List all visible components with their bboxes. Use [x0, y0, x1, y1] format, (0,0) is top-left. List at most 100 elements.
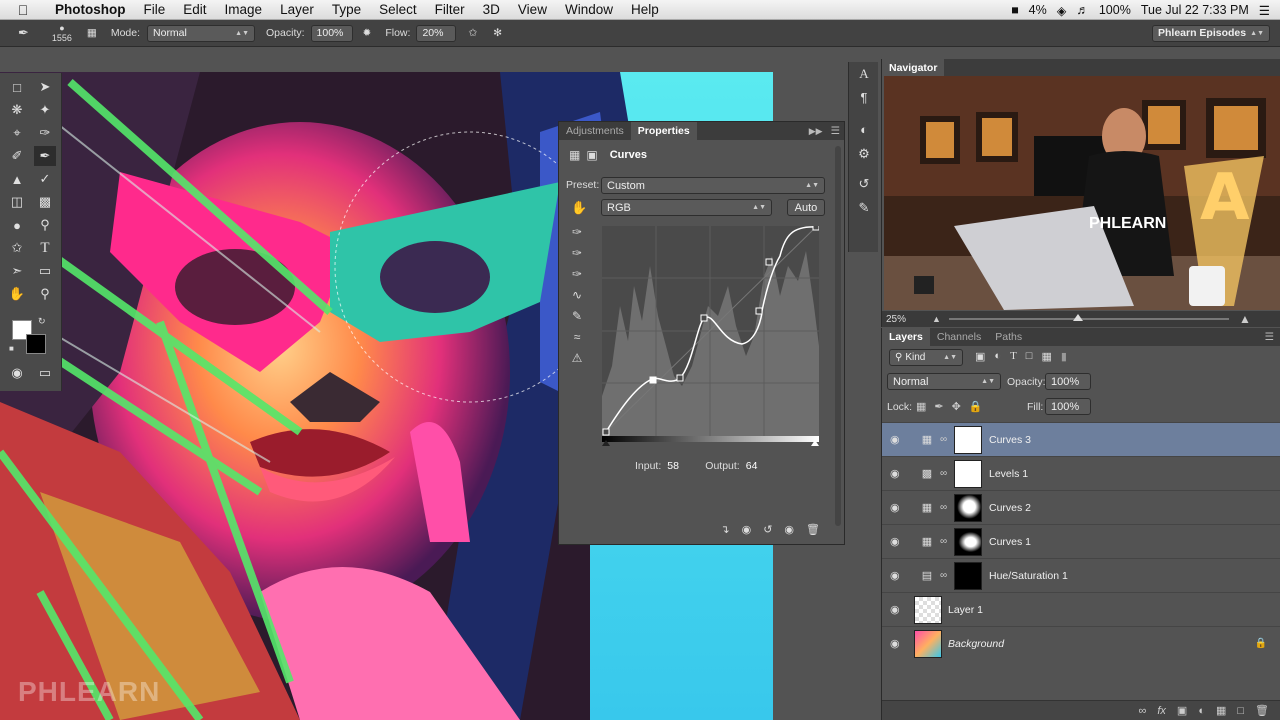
zoom-slider-thumb[interactable] [1072, 314, 1083, 321]
layer-row[interactable]: ◉ ▤ ∞ Hue/Saturation 1 [882, 558, 1280, 592]
menu-3d[interactable]: 3D [474, 2, 509, 17]
layer-name[interactable]: Curves 2 [989, 502, 1031, 514]
reset-adjustment-icon[interactable]: ↺ [763, 523, 772, 536]
collapse-panel-icon[interactable]: ▶▶ [809, 126, 823, 137]
visibility-eye-icon[interactable]: ◉ [890, 467, 900, 480]
layer-mask-thumbnail[interactable] [954, 425, 982, 454]
visibility-eye-icon[interactable]: ◉ [890, 637, 900, 650]
quick-mask-icon[interactable]: ◉ [6, 363, 28, 383]
tool-presets-icon[interactable]: ✎ [849, 196, 879, 220]
default-colors-icon[interactable]: ■ [9, 344, 14, 353]
draw-curve-pencil-icon[interactable]: ✎ [567, 306, 587, 327]
sample-black-point-icon[interactable]: ✑ [567, 222, 587, 243]
character-panel-icon[interactable]: A [849, 62, 879, 86]
type-tool-icon[interactable]: T [34, 238, 56, 258]
healing-brush-tool-icon[interactable]: ✐ [6, 146, 28, 166]
gradient-tool-icon[interactable]: ▩ [34, 192, 56, 212]
mask-link-icon[interactable]: ∞ [940, 536, 947, 547]
layer-row[interactable]: ◉ ▩ ∞ Levels 1 [882, 456, 1280, 490]
tab-navigator[interactable]: Navigator [882, 59, 945, 77]
screen-mode-icon[interactable]: ▭ [34, 363, 56, 383]
visibility-eye-icon[interactable]: ◉ [890, 433, 900, 446]
tab-paths[interactable]: Paths [988, 328, 1029, 346]
input-field[interactable]: 58 [667, 460, 693, 472]
layer-row[interactable]: ◉ ▦ ∞ Curves 3 [882, 422, 1280, 456]
blur-tool-icon[interactable]: ● [6, 215, 28, 235]
color-panel-icon[interactable]: ◐ [849, 118, 879, 142]
layer-row[interactable]: ◉ ▦ ∞ Curves 2 [882, 490, 1280, 524]
visibility-eye-icon[interactable]: ◉ [890, 535, 900, 548]
on-image-adjust-icon[interactable]: ✋ [571, 200, 587, 216]
marquee-tool-icon[interactable]: □ [6, 77, 28, 97]
layer-name[interactable]: Hue/Saturation 1 [989, 570, 1068, 582]
volume-icon[interactable]: ♬ [1076, 3, 1089, 17]
adjustments-panel-icon[interactable]: ⚙ [849, 142, 879, 166]
filter-pixel-icon[interactable]: ▣ [975, 350, 985, 363]
zoom-slider[interactable] [948, 314, 1229, 321]
mode-select[interactable]: Normal ▲▼ [147, 24, 256, 42]
lock-all-icon[interactable]: 🔒 [969, 400, 983, 413]
opacity-field[interactable]: 100% [310, 24, 353, 42]
crop-tool-icon[interactable]: ⌖ [6, 123, 28, 143]
brush-panel-icon[interactable]: ▦ [87, 27, 97, 39]
layer-mask-thumbnail[interactable] [954, 459, 982, 488]
swap-colors-icon[interactable]: ↻ [38, 316, 46, 327]
tab-channels[interactable]: Channels [930, 328, 988, 346]
workspace-select[interactable]: Phlearn Episodes ▲▼ [1152, 24, 1270, 42]
layers-panel-menu-icon[interactable]: ☰ [1265, 331, 1274, 343]
layer-mask-thumbnail[interactable] [954, 493, 982, 522]
move-tool-icon[interactable]: ➤ [34, 77, 56, 97]
pressure-size-icon[interactable]: ✻ [493, 27, 502, 39]
menu-file[interactable]: File [135, 2, 175, 17]
brush-preset-picker[interactable]: ● 1556 [47, 23, 77, 43]
hand-tool-icon[interactable]: ✋ [6, 284, 28, 304]
auto-button[interactable]: Auto [787, 199, 825, 216]
history-brush-tool-icon[interactable]: ✓ [34, 169, 56, 189]
add-mask-icon[interactable]: ▣ [1177, 704, 1187, 717]
layer-row[interactable]: ◉ Layer 1 [882, 592, 1280, 626]
rectangle-tool-icon[interactable]: ▭ [34, 261, 56, 281]
brush-tool-icon[interactable]: ✒ [34, 146, 56, 166]
lock-position-icon[interactable]: ✥ [952, 400, 961, 413]
menu-select[interactable]: Select [370, 2, 426, 17]
filter-shape-icon[interactable]: □ [1026, 350, 1033, 363]
zoom-tool-icon[interactable]: ⚲ [34, 284, 56, 304]
delete-layer-icon[interactable]: 🗑 [1255, 704, 1269, 717]
visibility-eye-icon[interactable]: ◉ [890, 569, 900, 582]
filter-toggle-icon[interactable]: ▮ [1061, 350, 1067, 363]
delete-adjustment-icon[interactable]: 🗑 [806, 523, 820, 536]
magic-wand-tool-icon[interactable]: ✦ [34, 100, 56, 120]
menu-layer[interactable]: Layer [271, 2, 323, 17]
curves-graph[interactable] [602, 226, 819, 446]
layer-mask-thumbnail[interactable] [954, 561, 982, 590]
layer-mask-icon[interactable]: ▣ [586, 148, 597, 162]
eraser-tool-icon[interactable]: ◫ [6, 192, 28, 212]
clipping-warning-icon[interactable]: ⚠ [567, 348, 587, 369]
layer-style-icon[interactable]: fx [1157, 705, 1166, 717]
airbrush-icon[interactable]: ✩ [468, 27, 477, 39]
new-layer-icon[interactable]: □ [1237, 705, 1244, 717]
background-color-swatch[interactable] [26, 334, 46, 354]
properties-scrollbar[interactable] [835, 146, 841, 526]
app-menu[interactable]: Photoshop [46, 2, 135, 17]
mask-link-icon[interactable]: ∞ [940, 570, 947, 581]
layer-mask-thumbnail[interactable] [954, 527, 982, 556]
menu-window[interactable]: Window [556, 2, 622, 17]
sample-white-point-icon[interactable]: ✑ [567, 264, 587, 285]
sample-gray-point-icon[interactable]: ✑ [567, 243, 587, 264]
record-icon[interactable]: ■ [1011, 3, 1019, 17]
visibility-eye-icon[interactable]: ◉ [890, 501, 900, 514]
menu-image[interactable]: Image [216, 2, 272, 17]
new-adjustment-layer-icon[interactable]: ◐ [1198, 705, 1205, 717]
lock-image-icon[interactable]: ✒ [934, 400, 943, 413]
layer-name[interactable]: Layer 1 [948, 604, 983, 616]
path-selection-tool-icon[interactable]: ➣ [6, 261, 28, 281]
battery-label[interactable]: 100% [1099, 3, 1131, 17]
lock-transparent-icon[interactable]: ▦ [916, 400, 926, 413]
layer-blend-mode-select[interactable]: Normal ▲▼ [887, 373, 1001, 390]
lasso-tool-icon[interactable]: ❋ [6, 100, 28, 120]
menu-type[interactable]: Type [323, 2, 370, 17]
tab-properties[interactable]: Properties [630, 122, 697, 140]
channel-select[interactable]: RGB ▲▼ [601, 199, 772, 216]
edit-points-curve-icon[interactable]: ∿ [567, 285, 587, 306]
